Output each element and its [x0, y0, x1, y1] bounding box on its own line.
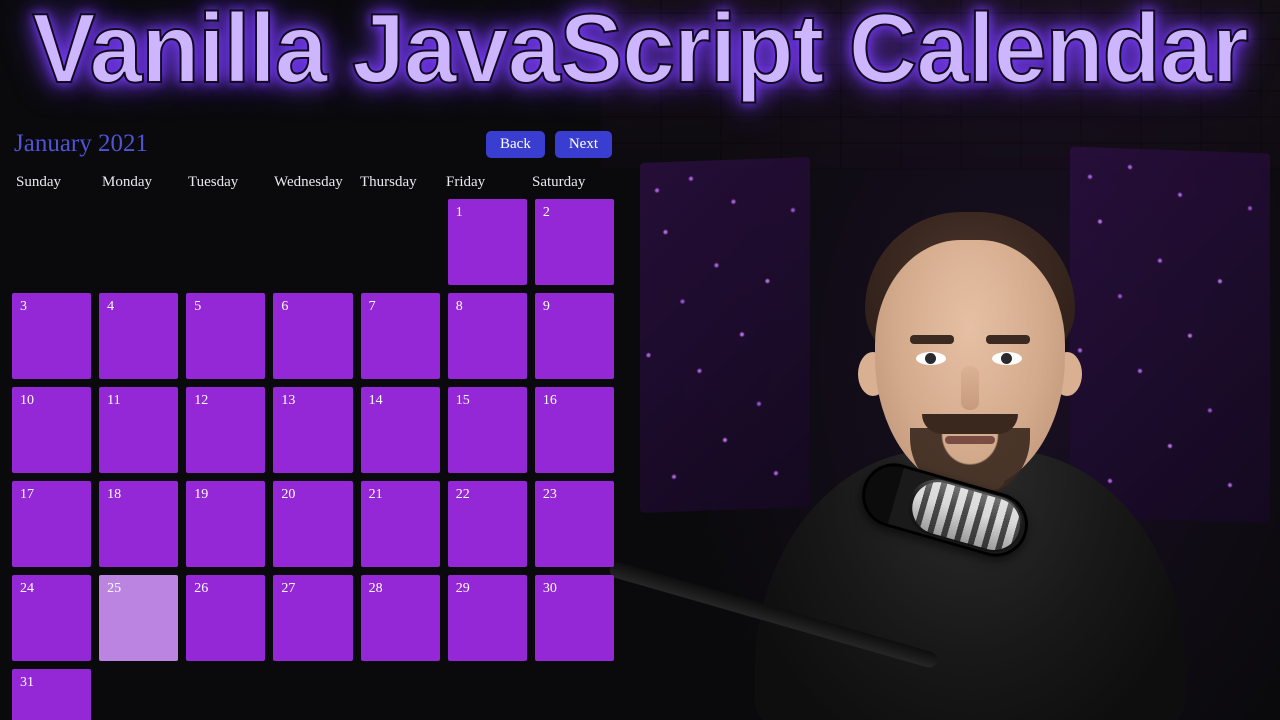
- month-display: January 2021: [14, 130, 148, 158]
- calendar-day[interactable]: 20: [273, 481, 352, 567]
- calendar-day[interactable]: 27: [273, 575, 352, 661]
- calendar-day[interactable]: 22: [448, 481, 527, 567]
- weekday-label: Saturday: [528, 174, 614, 191]
- calendar-day[interactable]: 1: [448, 199, 527, 285]
- weekday-label: Sunday: [12, 174, 98, 191]
- calendar-day[interactable]: 7: [361, 293, 440, 379]
- weekday-label: Tuesday: [184, 174, 270, 191]
- calendar-day[interactable]: 9: [535, 293, 614, 379]
- calendar-padding-cell: [361, 199, 440, 285]
- weekday-label: Friday: [442, 174, 528, 191]
- calendar-day[interactable]: 12: [186, 387, 265, 473]
- calendar-padding-cell: [12, 199, 91, 285]
- calendar-day[interactable]: 3: [12, 293, 91, 379]
- back-button[interactable]: Back: [486, 131, 545, 158]
- calendar-day[interactable]: 30: [535, 575, 614, 661]
- weekday-label: Monday: [98, 174, 184, 191]
- calendar-day[interactable]: 21: [361, 481, 440, 567]
- calendar-padding-cell: [273, 199, 352, 285]
- calendar-day[interactable]: 29: [448, 575, 527, 661]
- calendar-day[interactable]: 14: [361, 387, 440, 473]
- calendar-widget: January 2021 Back Next SundayMondayTuesd…: [8, 130, 618, 720]
- calendar-day[interactable]: 31: [12, 669, 91, 720]
- calendar-day[interactable]: 13: [273, 387, 352, 473]
- calendar-day[interactable]: 28: [361, 575, 440, 661]
- calendar-day[interactable]: 10: [12, 387, 91, 473]
- calendar-day[interactable]: 2: [535, 199, 614, 285]
- calendar-day[interactable]: 11: [99, 387, 178, 473]
- calendar-day[interactable]: 5: [186, 293, 265, 379]
- calendar-day[interactable]: 8: [448, 293, 527, 379]
- calendar-grid: 1234567891011121314151617181920212223242…: [8, 199, 618, 720]
- weekday-label: Thursday: [356, 174, 442, 191]
- video-title: Vanilla JavaScript Calendar: [19, 0, 1261, 105]
- calendar-day[interactable]: 26: [186, 575, 265, 661]
- calendar-day[interactable]: 15: [448, 387, 527, 473]
- calendar-day[interactable]: 19: [186, 481, 265, 567]
- next-button[interactable]: Next: [555, 131, 612, 158]
- weekday-label: Wednesday: [270, 174, 356, 191]
- calendar-day[interactable]: 16: [535, 387, 614, 473]
- calendar-padding-cell: [99, 199, 178, 285]
- calendar-day[interactable]: 23: [535, 481, 614, 567]
- weekday-row: SundayMondayTuesdayWednesdayThursdayFrid…: [8, 166, 618, 199]
- calendar-day[interactable]: 4: [99, 293, 178, 379]
- calendar-day-today[interactable]: 25: [99, 575, 178, 661]
- calendar-day[interactable]: 6: [273, 293, 352, 379]
- calendar-nav: Back Next: [486, 131, 612, 158]
- calendar-padding-cell: [186, 199, 265, 285]
- calendar-day[interactable]: 18: [99, 481, 178, 567]
- calendar-header: January 2021 Back Next: [8, 130, 618, 166]
- calendar-day[interactable]: 17: [12, 481, 91, 567]
- calendar-day[interactable]: 24: [12, 575, 91, 661]
